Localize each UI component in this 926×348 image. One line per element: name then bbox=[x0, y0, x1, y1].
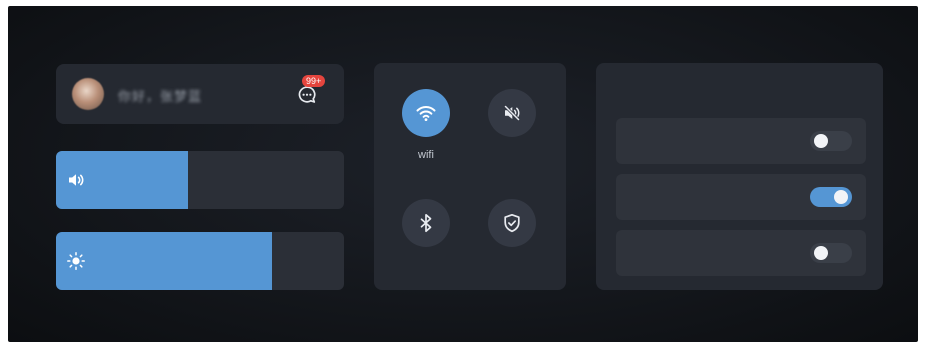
brightness-slider-fill bbox=[56, 232, 272, 290]
control-center: 你好，张梦蓝 99+ wifi bbox=[8, 6, 918, 342]
notification-badge: 99+ bbox=[302, 75, 326, 87]
settings-row-2[interactable] bbox=[616, 174, 866, 220]
speaker-icon bbox=[69, 174, 84, 186]
wifi-label: wifi bbox=[418, 149, 434, 161]
chat-bubble-icon bbox=[298, 86, 316, 103]
bluetooth-toggle[interactable] bbox=[402, 199, 450, 247]
wifi-icon bbox=[416, 106, 436, 121]
shield-check-icon bbox=[504, 213, 520, 233]
toggle-switch-1[interactable] bbox=[810, 131, 852, 151]
settings-row-3[interactable] bbox=[616, 230, 866, 276]
toggle-switch-2[interactable] bbox=[810, 187, 852, 207]
security-toggle[interactable] bbox=[488, 199, 536, 247]
sun-icon bbox=[67, 252, 85, 270]
user-card[interactable]: 你好，张梦蓝 99+ bbox=[56, 64, 344, 124]
settings-panel bbox=[596, 63, 883, 290]
user-name: 你好，张梦蓝 bbox=[118, 89, 203, 104]
wifi-toggle[interactable] bbox=[402, 89, 450, 137]
quick-settings-panel: wifi bbox=[374, 63, 566, 290]
toggle-switch-3[interactable] bbox=[810, 243, 852, 263]
toggle-knob bbox=[834, 190, 848, 204]
mute-toggle[interactable] bbox=[488, 89, 536, 137]
toggle-knob bbox=[814, 134, 828, 148]
speaker-muted-icon bbox=[504, 105, 520, 121]
volume-slider[interactable] bbox=[56, 151, 344, 209]
messages-button[interactable] bbox=[296, 84, 318, 106]
settings-row-1[interactable] bbox=[616, 118, 866, 164]
toggle-knob bbox=[814, 246, 828, 260]
avatar[interactable] bbox=[72, 78, 104, 110]
brightness-slider[interactable] bbox=[56, 232, 344, 290]
bluetooth-icon bbox=[420, 213, 432, 233]
